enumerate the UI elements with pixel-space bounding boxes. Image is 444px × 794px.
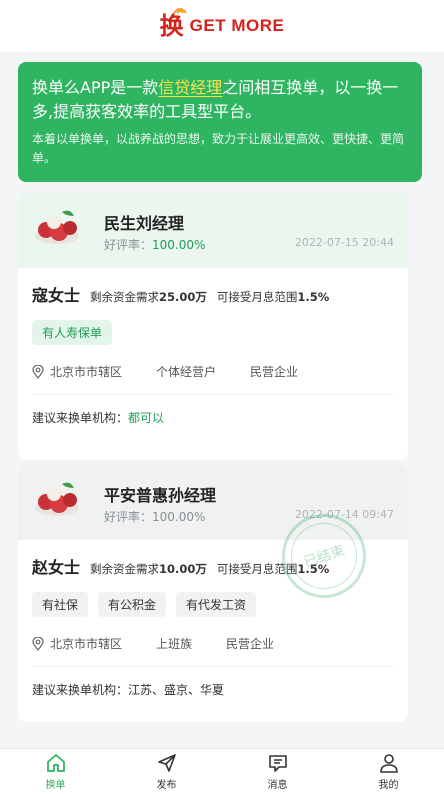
rating: 好评率：100.00% <box>104 238 206 252</box>
tag: 有公积金 <box>98 592 167 617</box>
nav-label: 消息 <box>267 780 288 791</box>
nav-label: 我的 <box>378 780 399 791</box>
tag: 有社保 <box>32 592 89 617</box>
banner-subtext: 本着以单换单，以战养战的思想，致力于让展业更高效、更快捷、更简单。 <box>32 132 405 165</box>
location: 北京市市辖区 <box>50 637 123 651</box>
client-summary: 寇女士 剩余资金需求25.00万 可接受月息范围1.5% <box>32 282 394 306</box>
manager-name: 平安普惠孙经理 <box>104 486 217 505</box>
client-name: 寇女士 <box>32 286 81 305</box>
intro-banner: 换单么APP是一款信贷经理之间相互换单，以一换一多,提高获客效率的工具型平台。 … <box>18 62 422 182</box>
client-info: 北京市市辖区 个体经营户 民营企业 <box>32 363 394 380</box>
tag: 有代发工资 <box>176 592 257 617</box>
svg-text:已结束: 已结束 <box>302 543 347 571</box>
lychee-avatar-icon <box>35 210 79 244</box>
signal-icon <box>172 8 187 14</box>
suggested-institutions: 建议来换单机构：江苏、盛京、华夏 <box>32 683 225 697</box>
location: 北京市市辖区 <box>50 365 123 379</box>
fund-need: 剩余资金需求25.00万 <box>90 290 207 304</box>
manager-name: 民生刘经理 <box>104 214 185 233</box>
home-icon <box>46 754 65 772</box>
fund-need: 剩余资金需求10.00万 <box>90 562 207 576</box>
nav-item-messages[interactable]: 消息 <box>222 749 333 794</box>
message-icon <box>268 755 287 772</box>
stamp-text: 已结束 <box>302 543 347 571</box>
banner-lead: 换单么APP是一款信贷经理之间相互换单，以一换一多,提高获客效率的工具型平台。 <box>32 78 399 121</box>
rate-range: 可接受月息范围1.5% <box>216 290 330 304</box>
send-icon <box>157 754 176 772</box>
company-type: 民营企业 <box>250 365 299 379</box>
app-header: 换 GET MORE <box>0 0 444 52</box>
user-icon <box>379 754 398 773</box>
occupation: 个体经营户 <box>156 365 217 379</box>
nav-item-publish[interactable]: 发布 <box>111 749 222 794</box>
location-pin-icon <box>32 364 44 379</box>
occupation: 上班族 <box>156 637 193 651</box>
logo-mark: 换 <box>160 8 187 38</box>
app-logo: 换 GET MORE <box>160 8 285 38</box>
nav-item-profile[interactable]: 我的 <box>333 749 444 794</box>
post-date: 2022-07-15 20:44 <box>294 236 394 249</box>
tag-list: 有社保 有公积金 有代发工资 <box>32 592 394 617</box>
nav-label: 换单 <box>45 780 66 791</box>
rating: 好评率：100.00% <box>104 510 206 524</box>
banner-highlight: 信贷经理 <box>158 78 223 97</box>
location-pin-icon <box>32 636 44 651</box>
lychee-avatar-icon <box>35 482 79 516</box>
nav-item-exchange[interactable]: 换单 <box>0 749 111 794</box>
logo-text: GET MORE <box>189 16 285 35</box>
suggested-institutions: 建议来换单机构：都可以 <box>32 411 165 425</box>
bottom-nav: 换单 发布 消息 我的 <box>0 748 444 794</box>
nav-label: 发布 <box>156 780 177 791</box>
client-name: 赵女士 <box>32 558 81 577</box>
tag-list: 有人寿保单 <box>32 320 394 345</box>
client-info: 北京市市辖区 上班族 民营企业 <box>32 635 394 652</box>
order-card[interactable]: 平安普惠孙经理 好评率：100.00% 2022-07-14 09:47 赵女士… <box>18 464 408 722</box>
order-card[interactable]: 民生刘经理 好评率：100.00% 2022-07-15 20:44 寇女士 剩… <box>18 192 408 460</box>
company-type: 民营企业 <box>226 637 275 651</box>
manager-header: 民生刘经理 好评率：100.00% 2022-07-15 20:44 <box>18 192 408 268</box>
tag: 有人寿保单 <box>32 320 113 345</box>
